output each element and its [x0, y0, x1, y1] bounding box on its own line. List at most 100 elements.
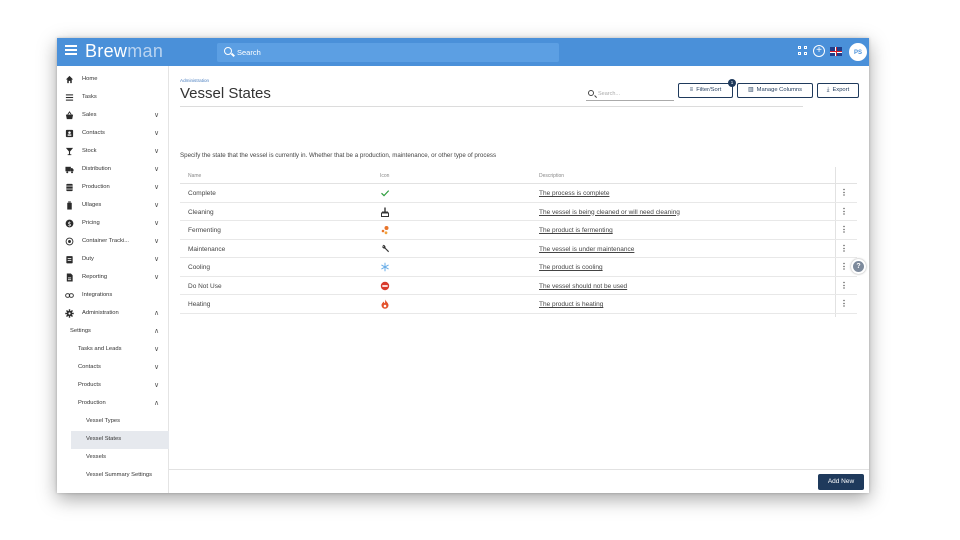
logo[interactable]: Brewman [85, 41, 163, 62]
row-description-link[interactable]: The vessel is being cleaned or will need… [539, 209, 680, 216]
dollar-icon: $ [65, 219, 74, 228]
row-description-link[interactable]: The process is complete [539, 190, 609, 197]
logo-text-2: man [127, 41, 164, 61]
sidebar-item-label: Vessel Types [86, 418, 121, 424]
sidebar-item-label: Production [82, 184, 110, 190]
table-row[interactable]: Cleaning The vessel is being cleaned or … [180, 203, 857, 221]
table-header: Name Icon Description [180, 167, 857, 184]
glass-icon [65, 147, 74, 156]
global-search-input[interactable] [237, 45, 537, 60]
sidebar-item-label: Tasks and Leads [78, 346, 122, 352]
table-search[interactable] [586, 87, 674, 101]
filter-sort-label: Filter/Sort [696, 87, 722, 93]
download-icon: ⤓ [826, 87, 830, 93]
sidebar-item-vessels[interactable]: Vessels [57, 449, 169, 467]
report-icon [65, 273, 74, 282]
apps-grid-icon[interactable] [797, 45, 809, 57]
sidebar-item-integrations[interactable]: Integrations [57, 287, 169, 305]
sidebar-item-stock[interactable]: Stock ∨ [57, 143, 169, 161]
user-avatar[interactable]: PS [849, 43, 867, 61]
sidebar-item-vessel-states[interactable]: Vessel States [71, 431, 169, 449]
breadcrumb[interactable]: Administration [180, 78, 209, 83]
sidebar-item-home[interactable]: Home [57, 71, 169, 89]
sidebar-item-label: Contacts [78, 364, 101, 370]
sidebar-item-label: Ullages [82, 202, 102, 208]
row-description-link[interactable]: The product is heating [539, 301, 603, 308]
manage-columns-button[interactable]: ▥ Manage Columns [737, 83, 813, 98]
chevron-down-icon: ∨ [154, 364, 160, 371]
sidebar-item-settings-production[interactable]: Production ∧ [57, 395, 169, 413]
manage-columns-label: Manage Columns [756, 87, 803, 93]
sidebar-item-administration[interactable]: Administration ∧ [57, 305, 169, 323]
table-row[interactable]: Heating The product is heating ⋮ [180, 295, 857, 314]
sidebar-item-ullages[interactable]: Ullages ∨ [57, 197, 169, 215]
row-actions-icon[interactable]: ⋮ [840, 281, 848, 291]
row-actions-icon[interactable]: ⋮ [840, 207, 848, 217]
sidebar-item-sales[interactable]: Sales ∨ [57, 107, 169, 125]
table-row[interactable]: Complete The process is complete ⋮ [180, 184, 857, 203]
chevron-down-icon: ∨ [154, 220, 160, 227]
menu-icon[interactable] [65, 45, 77, 55]
add-circle-icon[interactable]: + [813, 45, 825, 57]
bottle-icon [65, 201, 74, 210]
sidebar-item-settings[interactable]: Settings ∧ [57, 323, 169, 341]
add-new-button[interactable]: Add New [818, 474, 864, 490]
row-actions-icon[interactable]: ⋮ [840, 244, 848, 254]
search-icon [588, 90, 594, 96]
row-actions-icon[interactable]: ⋮ [840, 188, 848, 198]
logo-text-1: Brew [85, 41, 128, 61]
row-actions-icon[interactable]: ⋮ [840, 225, 848, 235]
row-name: Do Not Use [188, 282, 222, 290]
table-search-input[interactable] [598, 89, 670, 99]
sidebar-item-products[interactable]: Products ∨ [57, 377, 169, 395]
sidebar-item-vessel-summary-settings[interactable]: Vessel Summary Settings [57, 467, 169, 485]
sidebar-item-container-tracking[interactable]: Container Tracki... ∨ [57, 233, 169, 251]
table-row[interactable]: Maintenance The vessel is under maintena… [180, 240, 857, 258]
sidebar-item-label: Contacts [82, 130, 105, 136]
basket-icon [65, 111, 74, 120]
export-button[interactable]: ⤓ Export [817, 83, 859, 98]
row-actions-icon[interactable]: ⋮ [840, 299, 848, 309]
row-description-link[interactable]: The product is cooling [539, 264, 603, 271]
row-description-link[interactable]: The vessel is under maintenance [539, 246, 634, 253]
table-row[interactable]: Do Not Use The vessel should not be used… [180, 277, 857, 295]
app-window: Brewman + PS Home Tasks [57, 38, 869, 493]
help-icon[interactable]: ? [851, 259, 866, 274]
page-title: Vessel States [180, 85, 271, 102]
row-name: Fermenting [188, 227, 221, 234]
check-icon [380, 188, 390, 198]
table-row[interactable]: Fermenting The product is fermenting ⋮ [180, 221, 857, 240]
sidebar-item-vessel-types[interactable]: Vessel Types [57, 413, 169, 431]
sidebar-item-pricing[interactable]: $ Pricing ∨ [57, 215, 169, 233]
row-actions-icon[interactable]: ⋮ [840, 262, 848, 272]
chevron-down-icon: ∨ [154, 148, 160, 155]
sidebar-item-tasks[interactable]: Tasks [57, 89, 169, 107]
column-header-description[interactable]: Description [539, 173, 564, 179]
sidebar-item-reporting[interactable]: Reporting ∨ [57, 269, 169, 287]
filter-sort-button[interactable]: ≡ Filter/Sort [678, 83, 733, 98]
sidebar-item-production[interactable]: Production ∨ [57, 179, 169, 197]
sidebar-item-distribution[interactable]: Distribution ∨ [57, 161, 169, 179]
sidebar-item-duty[interactable]: Duty ∨ [57, 251, 169, 269]
sidebar-item-settings-contacts[interactable]: Contacts ∨ [57, 359, 169, 377]
table-row[interactable]: Cooling The product is cooling ⋮ [180, 258, 857, 277]
uk-flag-icon[interactable] [830, 47, 842, 56]
sidebar-item-tasks-and-leads[interactable]: Tasks and Leads ∨ [57, 341, 169, 359]
sidebar-item-label: Duty [82, 256, 94, 262]
chevron-down-icon: ∨ [154, 130, 160, 137]
column-header-name[interactable]: Name [188, 173, 201, 179]
no-entry-icon [380, 281, 390, 291]
home-icon [65, 75, 74, 84]
sidebar-item-label: Administration [82, 310, 119, 316]
broom-icon [380, 207, 390, 217]
sidebar: Home Tasks Sales ∨ Contacts ∨ Stock ∨ Di… [57, 66, 169, 493]
snowflake-icon [380, 262, 390, 272]
sidebar-item-contacts[interactable]: Contacts ∨ [57, 125, 169, 143]
row-description-link[interactable]: The product is fermenting [539, 227, 613, 234]
column-header-icon[interactable]: Icon [380, 173, 389, 179]
filter-count-badge: 1 [728, 79, 736, 87]
sidebar-item-label: Tasks [82, 94, 97, 100]
row-description-link[interactable]: The vessel should not be used [539, 283, 627, 290]
row-name: Cooling [188, 264, 211, 271]
global-search[interactable] [217, 43, 559, 62]
